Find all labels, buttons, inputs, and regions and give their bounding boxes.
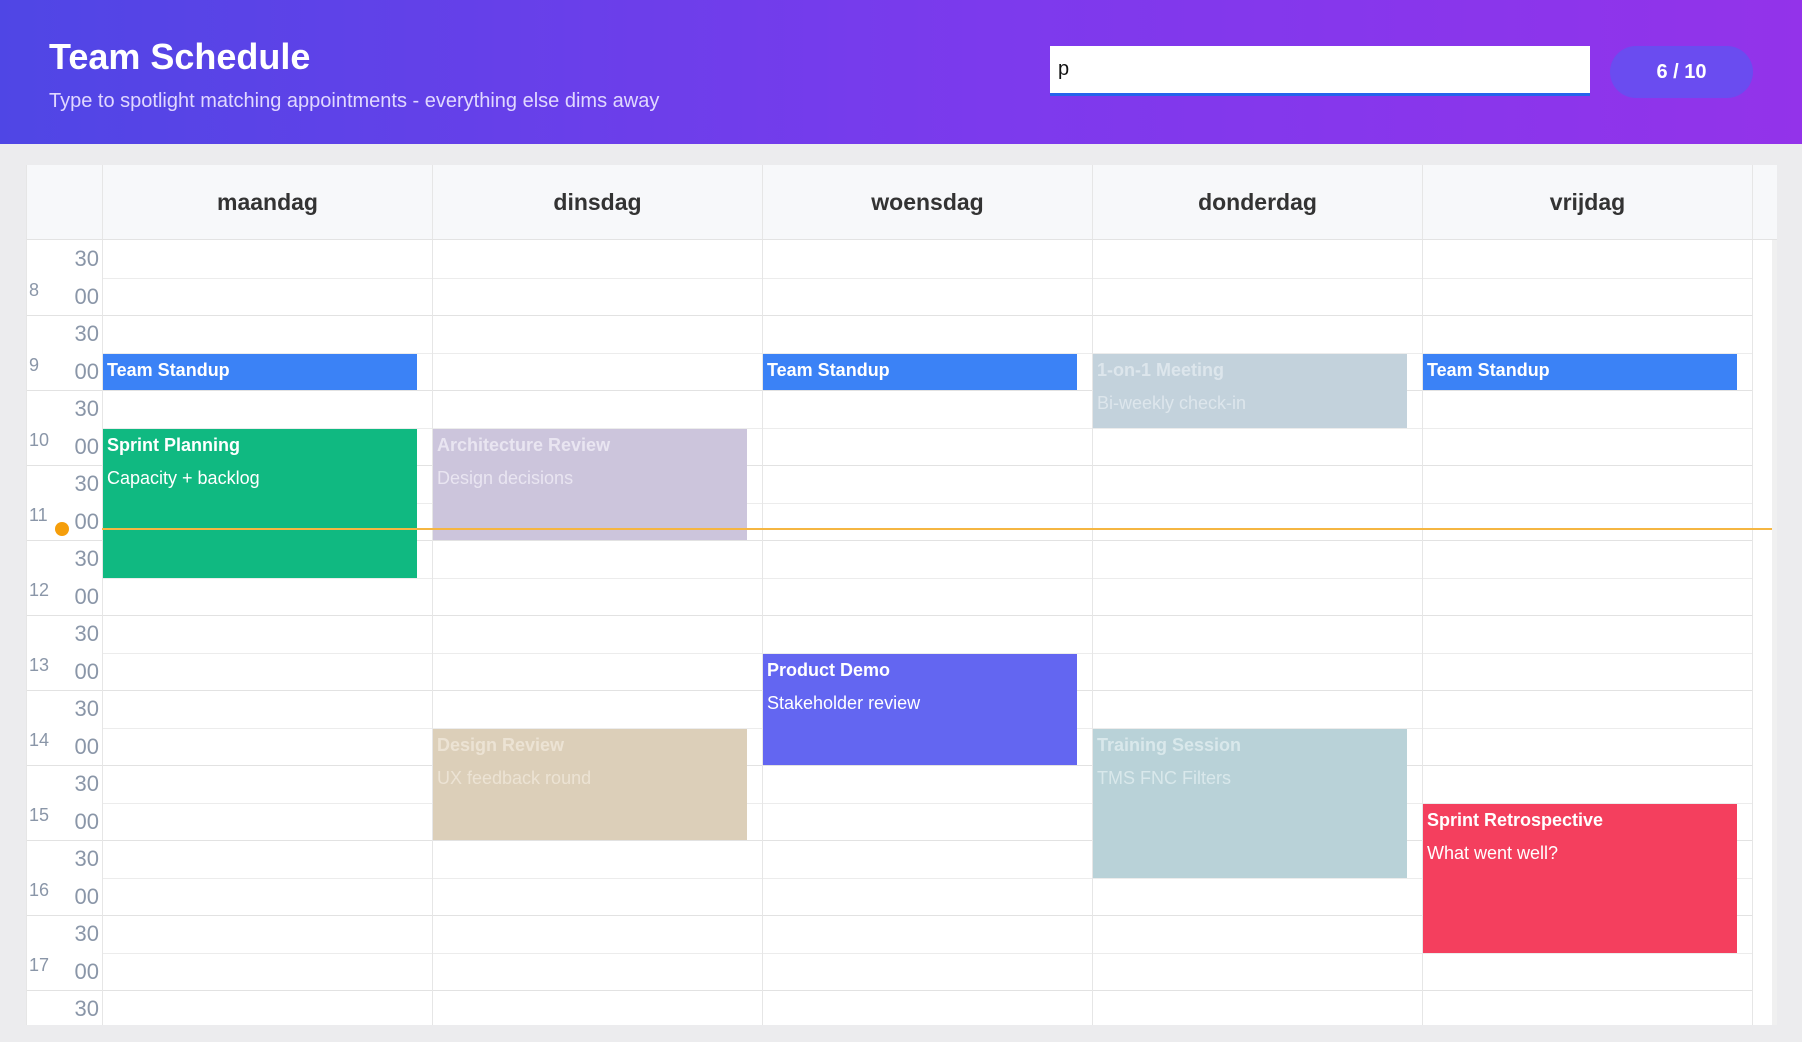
page-subtitle: Type to spotlight matching appointments … [49,90,660,112]
appointment-title: Sprint Planning [107,434,240,455]
time-minute-label: 30 [74,546,99,571]
match-count-badge: 6 / 10 [1610,46,1753,98]
search-input[interactable] [1050,46,1590,96]
time-minute-label: 00 [74,433,99,459]
appointment-subtitle: Stakeholder review [767,692,921,713]
appointment-title: Product Demo [767,659,891,680]
time-hour-label: 16 [29,879,50,900]
appointment-title: Team Standup [767,359,890,380]
appointment-subtitle: UX feedback round [437,767,592,788]
current-time-dot-icon [55,522,69,536]
time-minute-label: 00 [74,283,99,309]
grid-row-line [102,952,1752,954]
time-minute-label: 30 [74,321,99,346]
time-minute-label: 30 [74,471,99,496]
time-minute-label: 30 [74,921,99,946]
grid-row-line [27,990,1752,991]
appointment-subtitle: What went well? [1427,842,1559,863]
appointment-title: 1-on-1 Meeting [1097,359,1225,380]
time-hour-label: 17 [29,954,50,975]
appointment-card[interactable]: Sprint Retrospective What went well? [1423,803,1737,953]
time-hour-label: 11 [29,504,48,525]
appointment-card[interactable]: Architecture Review Design decisions [433,428,747,540]
appointment-subtitle: Bi-weekly check-in [1097,392,1247,413]
calendar-grid: maandag dinsdag woensdag donderdag vrijd… [26,165,1777,1025]
time-minute-label: 30 [74,621,99,646]
time-minute-label: 00 [74,958,99,984]
vertical-scrollbar[interactable] [1772,240,1777,1025]
appointment-title: Team Standup [1427,359,1550,380]
time-hour-label: 8 [29,279,40,300]
appointment-card[interactable]: Design Review UX feedback round [433,728,747,840]
header-banner: Team Schedule Type to spotlight matching… [0,0,1802,144]
appointment-card[interactable]: Training Session TMS FNC Filters [1093,728,1407,878]
time-hour-label: 14 [29,729,50,750]
time-hour-label: 13 [29,654,50,675]
appointment-card[interactable]: Team Standup [103,353,417,390]
grid-row-line [27,765,1752,766]
calendar-corner [27,165,102,240]
grid-row-line [102,277,1752,279]
appointment-subtitle: Capacity + backlog [107,467,260,488]
time-minute-label: 30 [74,696,99,721]
appointment-title: Design Review [437,734,565,755]
time-hour-label: 9 [29,354,40,375]
day-header-woensdag[interactable]: woensdag [762,165,1092,240]
grid-column-line [432,240,433,1025]
time-minute-label: 00 [74,583,99,609]
appointment-subtitle: TMS FNC Filters [1097,767,1231,788]
appointment-card[interactable]: Team Standup [1423,353,1737,390]
grid-row-line [27,315,1752,316]
time-minute-label: 30 [74,846,99,871]
grid-row-line [102,577,1752,579]
day-header-vrijdag[interactable]: vrijdag [1422,165,1752,240]
appointment-subtitle: Design decisions [437,467,574,488]
time-minute-label: 00 [74,358,99,384]
appointment-card[interactable]: Product Demo Stakeholder review [763,653,1077,765]
appointment-card[interactable]: 1-on-1 Meeting Bi-weekly check-in [1093,353,1407,428]
appointment-card[interactable]: Sprint Planning Capacity + backlog [103,428,417,578]
time-minute-label: 00 [74,883,99,909]
appointment-title: Training Session [1097,734,1242,755]
grid-row-line [27,615,1752,616]
time-minute-label: 30 [74,246,99,271]
appointment-title: Sprint Retrospective [1427,809,1604,830]
day-header-spacer [1752,165,1777,240]
time-hour-label: 10 [29,429,50,450]
grid-row-line [27,390,1752,391]
time-minute-label: 00 [74,808,99,834]
time-minute-label: 30 [74,771,99,796]
appointment-title: Architecture Review [437,434,611,455]
day-header-dinsdag[interactable]: dinsdag [432,165,762,240]
grid-column-line [1752,240,1753,1025]
time-minute-label: 30 [74,996,99,1021]
time-minute-label: 00 [74,658,99,684]
time-hour-label: 12 [29,579,50,600]
day-header-donderdag[interactable]: donderdag [1092,165,1422,240]
appointment-card[interactable]: Team Standup [763,353,1077,390]
time-minute-label: 00 [74,733,99,759]
time-hour-label: 15 [29,804,50,825]
time-minute-label: 30 [74,396,99,421]
current-time-line [102,528,1772,530]
page-title: Team Schedule [49,36,311,77]
day-header-maandag[interactable]: maandag [102,165,432,240]
appointment-title: Team Standup [107,359,230,380]
